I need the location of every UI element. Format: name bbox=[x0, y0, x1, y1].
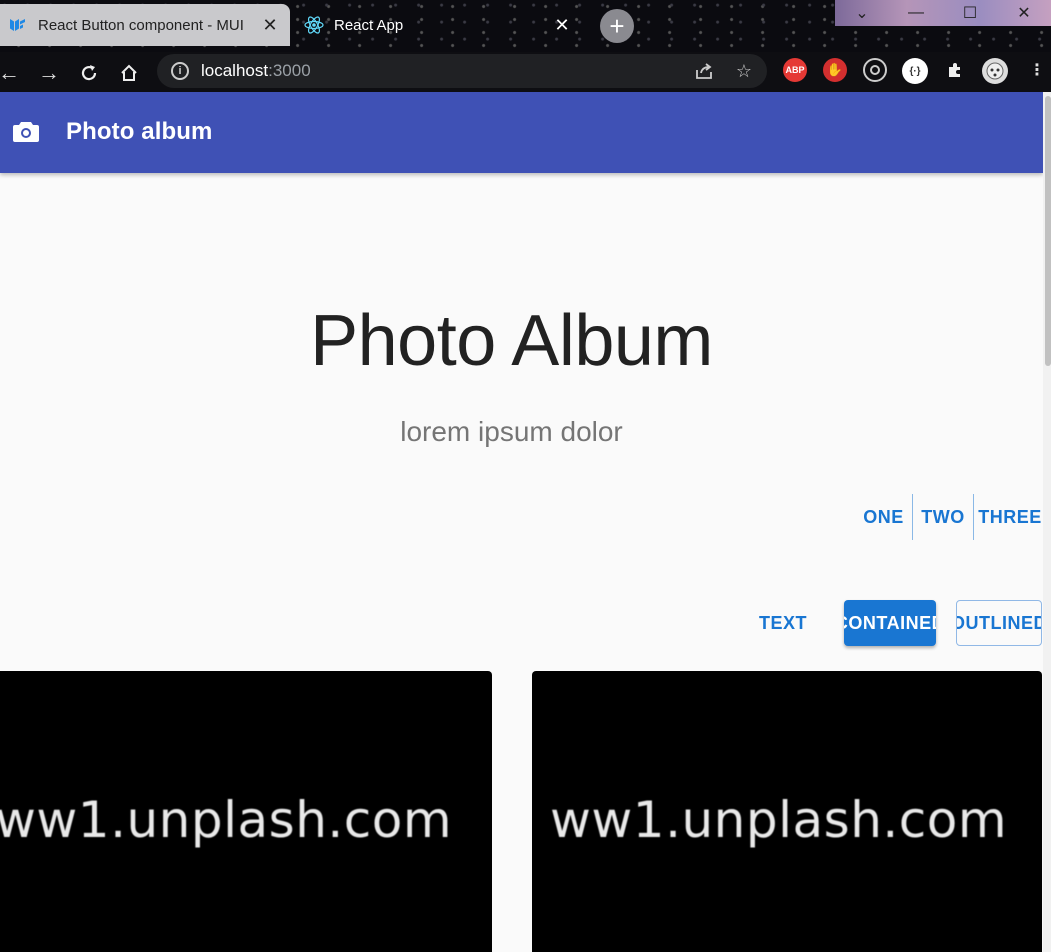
profile-avatar-icon[interactable] bbox=[982, 58, 1008, 84]
card-image-text: ww1.unplash.com bbox=[550, 791, 1008, 849]
button-three[interactable]: THREE bbox=[974, 494, 1046, 540]
maximize-icon[interactable]: ☐ bbox=[943, 0, 997, 26]
divider bbox=[912, 494, 913, 540]
camera-icon bbox=[13, 120, 39, 142]
hand-icon[interactable]: ✋ bbox=[823, 58, 847, 82]
tab-mui[interactable]: React Button component - MUI ✕ bbox=[0, 4, 290, 46]
page-title: Photo Album bbox=[310, 301, 713, 381]
back-icon[interactable]: ← bbox=[0, 60, 22, 86]
home-icon[interactable] bbox=[116, 60, 142, 86]
tab-react-app[interactable]: React App ✕ bbox=[296, 4, 586, 46]
photo-card[interactable]: ww1.unplash.com bbox=[532, 671, 1042, 952]
browser-tabstrip: React Button component - MUI ✕ React App… bbox=[0, 0, 1051, 52]
menu-dots-icon[interactable]: ⋮ bbox=[1025, 58, 1049, 82]
contained-button[interactable]: CONTAINED bbox=[844, 600, 936, 646]
minimize-icon[interactable]: — bbox=[889, 0, 943, 26]
devtools-icon[interactable]: {·} bbox=[902, 58, 928, 84]
forward-icon[interactable]: → bbox=[36, 60, 62, 86]
url-port: :3000 bbox=[268, 61, 311, 80]
button-one[interactable]: ONE bbox=[855, 494, 912, 540]
star-icon[interactable]: ☆ bbox=[733, 60, 755, 82]
url-text: localhost:3000 bbox=[201, 61, 311, 81]
app-bar: Photo album bbox=[0, 92, 1043, 173]
tab-label: React Button component - MUI bbox=[38, 16, 244, 34]
button-group: ONE TWO THREE bbox=[855, 494, 1046, 540]
text-button[interactable]: TEXT bbox=[750, 600, 816, 646]
chevron-down-icon[interactable]: ⌄ bbox=[835, 0, 889, 26]
app-title: Photo album bbox=[66, 118, 213, 145]
mui-icon bbox=[8, 15, 28, 35]
new-tab-button[interactable]: + bbox=[600, 9, 634, 43]
card-image-text: ww1.unplash.com bbox=[0, 791, 453, 849]
adblock-icon[interactable]: ABP bbox=[783, 58, 807, 82]
address-bar[interactable]: i localhost:3000 ☆ bbox=[157, 54, 767, 88]
photo-card[interactable]: ww1.unplash.com bbox=[0, 671, 492, 952]
info-icon[interactable]: i bbox=[171, 62, 189, 80]
reload-icon[interactable] bbox=[76, 60, 102, 86]
puzzle-icon[interactable] bbox=[943, 58, 967, 82]
outlined-button[interactable]: OUTLINED bbox=[956, 600, 1042, 646]
window-controls: ⌄ — ☐ ✕ bbox=[835, 0, 1051, 26]
divider bbox=[973, 494, 974, 540]
scrollbar-thumb[interactable] bbox=[1045, 96, 1051, 366]
tab-label: React App bbox=[334, 16, 404, 34]
close-window-icon[interactable]: ✕ bbox=[997, 0, 1051, 26]
browser-toolbar: ← → i localhost:3000 ☆ ABP ✋ {·} ⋮ bbox=[0, 52, 1051, 92]
react-icon bbox=[304, 15, 324, 35]
share-icon[interactable] bbox=[693, 60, 715, 82]
close-icon[interactable]: ✕ bbox=[552, 15, 572, 35]
url-host: localhost bbox=[201, 61, 269, 80]
button-two[interactable]: TWO bbox=[913, 494, 973, 540]
close-icon[interactable]: ✕ bbox=[260, 15, 280, 35]
page-subtitle: lorem ipsum dolor bbox=[400, 416, 623, 447]
target-icon[interactable] bbox=[863, 58, 887, 82]
